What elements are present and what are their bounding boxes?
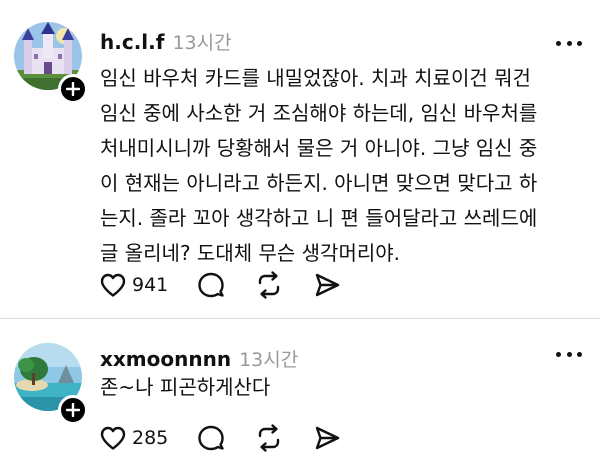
post-text: 존~나 피곤하게산다 <box>100 370 580 405</box>
username[interactable]: xxmoonnnn <box>100 347 231 371</box>
post-text-line: 존~나 피곤하게산다 <box>100 375 271 399</box>
like-count: 285 <box>132 427 169 449</box>
comment-bubble-icon <box>198 425 224 451</box>
timestamp: 13시간 <box>172 32 232 54</box>
repost-button[interactable] <box>254 423 284 453</box>
thread-post: h.c.l.f 13시간 임신 바우처 카드를 내밀었잖아. 치과 치료이건 뭐… <box>0 0 600 318</box>
heart-icon <box>100 273 126 297</box>
send-icon <box>316 273 340 297</box>
more-horizontal-icon-dot <box>577 351 582 357</box>
reply-button[interactable] <box>196 423 226 453</box>
more-horizontal-icon <box>556 351 561 357</box>
follow-button[interactable] <box>58 395 88 425</box>
more-horizontal-icon-dot <box>577 40 582 46</box>
post-text: 임신 바우처 카드를 내밀었잖아. 치과 치료이건 뭐건 임신 중에 사소한 거… <box>100 61 580 271</box>
share-button[interactable] <box>312 423 342 453</box>
post-text-line: 글 올리네? 도대체 무슨 생각머리야. <box>100 241 401 265</box>
post-text-line: 임신 바우처 카드를 내밀었잖아. 치과 치료이건 뭐건 <box>100 66 531 90</box>
avatar-container[interactable] <box>14 22 88 104</box>
post-actions: 941 <box>98 270 370 300</box>
repost-icon <box>259 424 280 452</box>
more-horizontal-icon <box>556 40 561 46</box>
like-count: 941 <box>132 274 169 296</box>
post-text-line: 이 현재는 아니라고 하든지. 아니면 맞으면 맞다고 하 <box>100 171 538 195</box>
reply-button[interactable] <box>196 270 226 300</box>
heart-icon <box>100 426 126 450</box>
post-actions: 285 <box>98 423 370 453</box>
avatar-container[interactable] <box>14 343 88 425</box>
repost-button[interactable] <box>254 270 284 300</box>
repost-icon <box>259 271 280 299</box>
more-horizontal-icon-dot <box>566 351 572 357</box>
more-horizontal-icon-dot <box>566 40 572 46</box>
share-button[interactable] <box>312 270 342 300</box>
more-options-button[interactable] <box>556 38 582 48</box>
like-button[interactable]: 941 <box>98 270 168 300</box>
thread-reply: xxmoonnnn 13시간 존~나 피곤하게산다 285 <box>0 319 600 471</box>
post-text-line: 처내미시니까 당황해서 물은 거 아니야. 그냥 임신 중 <box>100 136 538 160</box>
like-button[interactable]: 285 <box>98 423 168 453</box>
plus-icon <box>66 82 80 96</box>
more-options-button[interactable] <box>556 349 582 359</box>
timestamp: 13시간 <box>239 349 299 371</box>
post-header: h.c.l.f 13시간 <box>100 28 232 55</box>
send-icon <box>316 426 340 450</box>
follow-button[interactable] <box>58 74 88 104</box>
post-text-line: 는지. 졸라 꼬아 생각하고 니 편 들어달라고 쓰레드에 <box>100 206 538 230</box>
username[interactable]: h.c.l.f <box>100 30 164 54</box>
plus-icon <box>66 403 80 417</box>
post-text-line: 임신 중에 사소한 거 조심해야 하는데, 임신 바우처를 <box>100 101 538 125</box>
post-header: xxmoonnnn 13시간 <box>100 345 298 372</box>
comment-bubble-icon <box>198 272 224 298</box>
